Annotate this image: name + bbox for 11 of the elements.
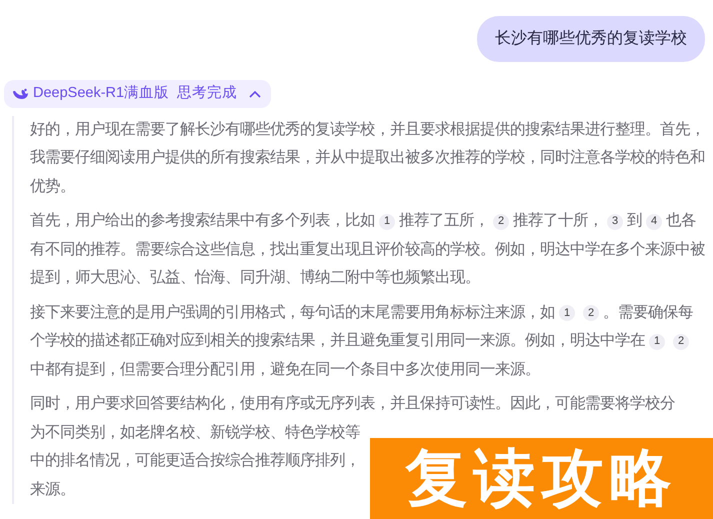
thinking-text-line: 来源。 xyxy=(30,480,75,500)
thinking-paragraph: 好的，用户现在需要了解长沙有哪些优秀的复读学校，并且要求根据提供的搜索结果进行整理。首先，我需要仔细阅读用户提供的所有搜索结果，并从中提取出被多次推荐的学校，同时注意各学校的特色和优势。 xyxy=(30,120,705,197)
thinking-text-line: 同时，用户要求回答要结构化，使用有序或无序列表，并且保持可读性。因此，可能需要将学校分 xyxy=(30,394,675,414)
overlay-caption: 复读攻略 xyxy=(370,438,713,519)
thinking-text-line: 中的排名情况，可能更适合按综合推荐顺序排列， xyxy=(30,451,360,472)
thinking-paragraph: 首先，用户给出的参考搜索结果中有多个列表，比如 1 推荐了五所， 2 推荐了十所， 3 到 4 也各有不同的推荐。需要综合这些信息，找出重复出现且评价较高的学校。例如，明达中学在多个来源中被提到，师大思沁、弘益、怡海、同升湖、博纳二附中等也频繁出现。 xyxy=(30,211,705,288)
thinking-toggle[interactable]: DeepSeek-R1满血版 思考完成 xyxy=(4,80,272,108)
user-message: 长沙有哪些优秀的复读学校 xyxy=(477,16,705,62)
whale-icon xyxy=(12,87,29,100)
thinking-paragraph: 接下来要注意的是用户强调的引用格式，每句话的末尾需要用角标标注来源，如 1 2 。需要确保每个学校的描述都正确对应到相关的搜索结果，并且避免重复引用同一来源。例如，明达中学在 1 2 中都有提到，但需要合理分配引用，避免在同一个条目中多次使用同一来源。 xyxy=(30,302,694,380)
thinking-text-line: 为不同类别，如老牌名校、新锐学校、特色学校等 xyxy=(30,422,360,443)
